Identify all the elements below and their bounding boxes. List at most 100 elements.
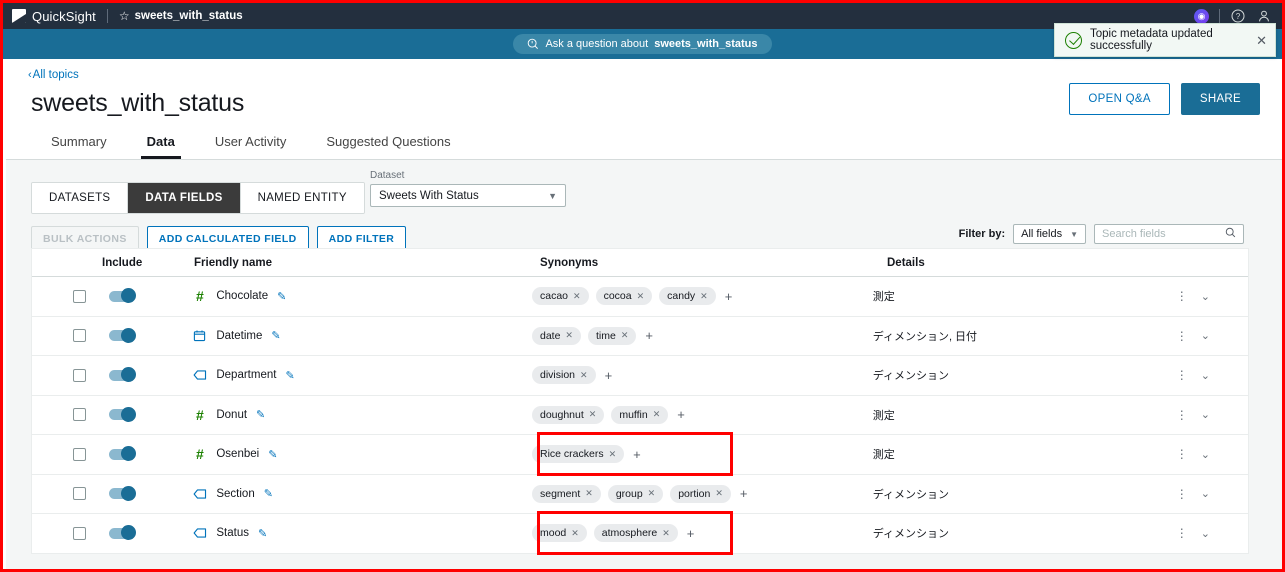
chevron-down-icon[interactable]: ⌄ (1201, 369, 1210, 382)
synonym-chip[interactable]: segment ✕ (531, 484, 601, 503)
row-checkbox[interactable] (73, 487, 86, 501)
chevron-down-icon[interactable]: ⌄ (1201, 408, 1210, 421)
row-synonyms-cell: doughnut ✕ muffin ✕ + (518, 405, 852, 424)
remove-synonym-icon[interactable]: ✕ (565, 330, 573, 341)
row-include-cell (97, 327, 169, 343)
filter-by-select[interactable]: All fields ▼ (1013, 224, 1086, 244)
include-toggle[interactable] (108, 485, 136, 501)
remove-synonym-icon[interactable]: ✕ (662, 528, 670, 539)
synonym-chip[interactable]: cacao ✕ (531, 287, 589, 306)
remove-synonym-icon[interactable]: ✕ (648, 488, 656, 499)
add-synonym-button[interactable]: + (685, 526, 697, 541)
remove-synonym-icon[interactable]: ✕ (609, 449, 617, 460)
row-include-cell (97, 446, 169, 462)
kebab-menu-icon[interactable]: ⋮ (1176, 369, 1188, 382)
user-account-icon[interactable] (1256, 8, 1272, 24)
add-synonym-button[interactable]: + (675, 407, 687, 422)
tab-data[interactable]: Data (127, 128, 195, 159)
synonym-label: doughnut (539, 408, 584, 421)
kebab-menu-icon[interactable]: ⋮ (1176, 329, 1188, 342)
help-icon[interactable]: ? (1230, 8, 1246, 24)
synonym-chip[interactable]: cocoa ✕ (595, 287, 653, 306)
remove-synonym-icon[interactable]: ✕ (585, 488, 593, 499)
synonym-chip[interactable]: atmosphere ✕ (593, 524, 678, 543)
subtab-named-entity[interactable]: NAMED ENTITY (240, 183, 364, 213)
notifications-badge-icon[interactable]: ◉ (1194, 8, 1209, 24)
add-synonym-button[interactable]: + (631, 447, 643, 462)
open-qa-button[interactable]: OPEN Q&A (1069, 83, 1170, 115)
synonym-chip[interactable]: muffin ✕ (611, 405, 669, 424)
include-toggle[interactable] (108, 327, 136, 343)
synonym-chip[interactable]: date ✕ (531, 326, 581, 345)
edit-pencil-icon[interactable]: ✎ (264, 487, 273, 500)
chevron-down-icon[interactable]: ⌄ (1201, 448, 1210, 461)
tab-summary[interactable]: Summary (31, 128, 127, 159)
edit-pencil-icon[interactable]: ✎ (268, 448, 277, 461)
remove-synonym-icon[interactable]: ✕ (715, 488, 723, 499)
field-name: Status (216, 527, 249, 540)
quicksight-logo[interactable]: QuickSight (3, 9, 96, 24)
remove-synonym-icon[interactable]: ✕ (700, 291, 708, 302)
chevron-down-icon[interactable]: ⌄ (1201, 487, 1210, 500)
chevron-down-icon[interactable]: ⌄ (1201, 290, 1210, 303)
synonym-chip[interactable]: doughnut ✕ (531, 405, 605, 424)
row-checkbox[interactable] (73, 408, 86, 422)
tab-user-activity[interactable]: User Activity (195, 128, 307, 159)
synonym-label: candy (667, 290, 696, 303)
tab-suggested-questions[interactable]: Suggested Questions (306, 128, 470, 159)
include-toggle[interactable] (108, 367, 136, 383)
chevron-down-icon[interactable]: ⌄ (1201, 527, 1210, 540)
add-synonym-button[interactable]: + (643, 328, 655, 343)
chevron-down-icon: ▼ (1070, 229, 1078, 239)
add-synonym-button[interactable]: + (723, 289, 735, 304)
filter-controls: Filter by: All fields ▼ Search fields (959, 224, 1244, 244)
include-toggle[interactable] (108, 406, 136, 422)
edit-pencil-icon[interactable]: ✎ (256, 408, 265, 421)
breadcrumb-all-topics[interactable]: ‹ All topics (28, 69, 79, 81)
add-synonym-button[interactable]: + (738, 486, 750, 501)
synonym-chip[interactable]: mood ✕ (531, 524, 587, 543)
search-fields-input[interactable]: Search fields (1094, 224, 1244, 244)
kebab-menu-icon[interactable]: ⋮ (1176, 448, 1188, 461)
synonym-chip[interactable]: portion ✕ (670, 484, 731, 503)
add-synonym-button[interactable]: + (603, 368, 615, 383)
row-checkbox[interactable] (73, 368, 86, 382)
row-checkbox[interactable] (73, 329, 86, 343)
subtab-datasets[interactable]: DATASETS (32, 183, 129, 213)
remove-synonym-icon[interactable]: ✕ (571, 528, 579, 539)
row-checkbox[interactable] (73, 526, 86, 540)
ask-question-button[interactable]: Ask a question about sweets_with_status (513, 34, 772, 54)
edit-pencil-icon[interactable]: ✎ (271, 329, 280, 342)
row-checkbox[interactable] (73, 289, 86, 303)
chevron-down-icon[interactable]: ⌄ (1201, 329, 1210, 342)
synonym-chip[interactable]: time ✕ (587, 326, 637, 345)
subtab-data-fields[interactable]: DATA FIELDS (128, 183, 241, 213)
synonym-chip[interactable]: Rice crackers ✕ (531, 445, 625, 464)
star-icon[interactable]: ☆ (119, 10, 130, 22)
row-checkbox[interactable] (73, 447, 86, 461)
kebab-menu-icon[interactable]: ⋮ (1176, 527, 1188, 540)
remove-synonym-icon[interactable]: ✕ (653, 409, 661, 420)
close-icon[interactable]: ✕ (1256, 34, 1267, 47)
share-button[interactable]: SHARE (1180, 83, 1260, 115)
synonym-chip[interactable]: group ✕ (607, 484, 664, 503)
kebab-menu-icon[interactable]: ⋮ (1176, 290, 1188, 303)
synonym-chip[interactable]: division ✕ (531, 366, 596, 385)
include-toggle[interactable] (108, 288, 136, 304)
synonym-chip[interactable]: candy ✕ (659, 287, 716, 306)
remove-synonym-icon[interactable]: ✕ (637, 291, 645, 302)
dataset-select[interactable]: Sweets With Status ▼ (370, 184, 566, 207)
include-toggle[interactable] (108, 525, 136, 541)
kebab-menu-icon[interactable]: ⋮ (1176, 408, 1188, 421)
edit-pencil-icon[interactable]: ✎ (258, 527, 267, 540)
remove-synonym-icon[interactable]: ✕ (573, 291, 581, 302)
remove-synonym-icon[interactable]: ✕ (621, 330, 629, 341)
remove-synonym-icon[interactable]: ✕ (580, 370, 588, 381)
edit-pencil-icon[interactable]: ✎ (285, 369, 294, 382)
remove-synonym-icon[interactable]: ✕ (589, 409, 597, 420)
kebab-menu-icon[interactable]: ⋮ (1176, 487, 1188, 500)
edit-pencil-icon[interactable]: ✎ (277, 290, 286, 303)
row-synonyms-cell: segment ✕ group ✕ portion ✕ + (518, 484, 852, 503)
include-toggle[interactable] (108, 446, 136, 462)
row-details: 測定 (872, 291, 895, 304)
